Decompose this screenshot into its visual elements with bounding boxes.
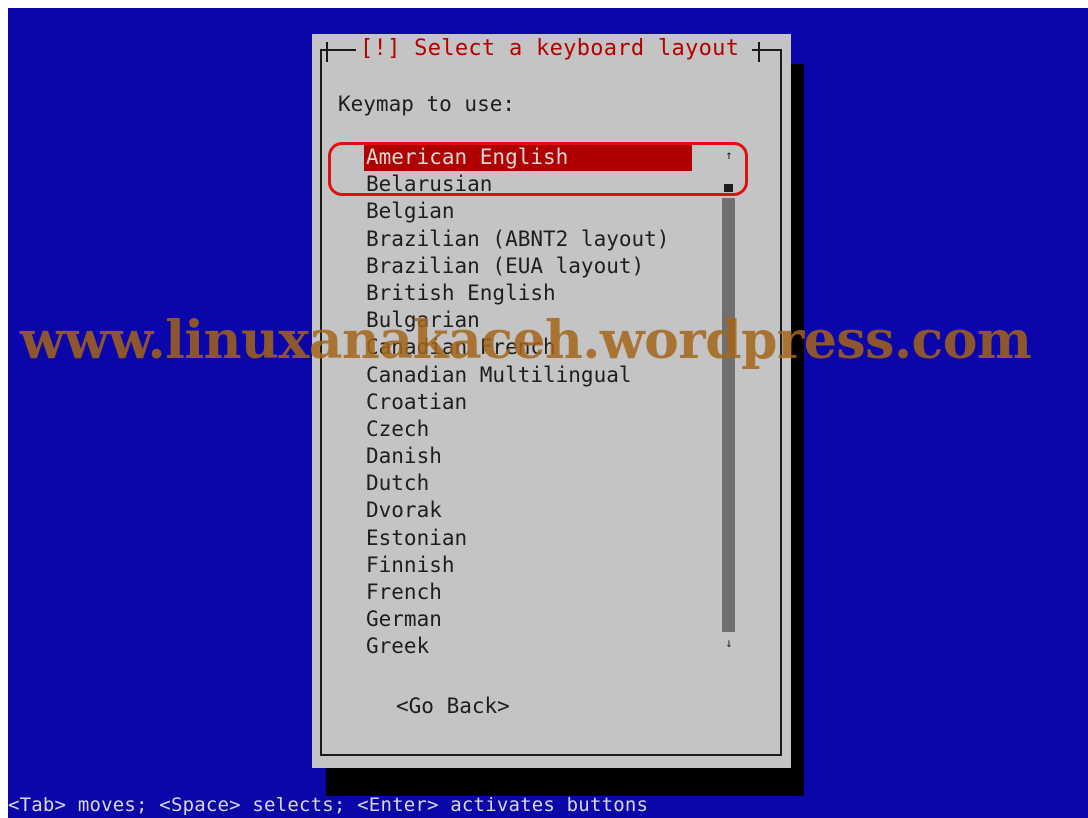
keymap-prompt: Keymap to use:: [338, 92, 516, 116]
list-item[interactable]: German: [364, 606, 692, 633]
list-item[interactable]: Belarusian: [364, 171, 692, 198]
list-item[interactable]: Dvorak: [364, 497, 692, 524]
keymap-list[interactable]: American English Belarusian Belgian Braz…: [364, 144, 692, 661]
list-item[interactable]: Estonian: [364, 525, 692, 552]
list-item[interactable]: Canadian French: [364, 334, 692, 361]
installer-screen: [!] Select a keyboard layout Keymap to u…: [8, 8, 1088, 818]
list-item[interactable]: French: [364, 579, 692, 606]
dialog-title: [!] Select a keyboard layout: [356, 36, 744, 61]
scroll-down-arrow-icon[interactable]: ↓: [722, 636, 736, 650]
frame-top-right: [752, 49, 782, 51]
list-item[interactable]: Canadian Multilingual: [364, 362, 692, 389]
frame-right: [780, 49, 782, 756]
frame-title-tick-left: [326, 42, 328, 62]
frame-left: [320, 49, 322, 756]
scrollbar-track[interactable]: [722, 198, 735, 632]
scroll-up-arrow-icon[interactable]: ↑: [722, 148, 736, 162]
list-item[interactable]: Dutch: [364, 470, 692, 497]
scrollbar-thumb[interactable]: [724, 184, 733, 192]
list-item[interactable]: Finnish: [364, 552, 692, 579]
list-item[interactable]: Greek: [364, 633, 692, 660]
frame-bottom: [320, 754, 782, 756]
status-bar-hint: <Tab> moves; <Space> selects; <Enter> ac…: [8, 794, 649, 816]
go-back-button[interactable]: <Go Back>: [396, 694, 510, 718]
list-item[interactable]: Croatian: [364, 389, 692, 416]
list-item[interactable]: British English: [364, 280, 692, 307]
list-item[interactable]: Danish: [364, 443, 692, 470]
list-item[interactable]: Bulgarian: [364, 307, 692, 334]
frame-title-tick-right: [758, 42, 760, 62]
list-item-selected[interactable]: American English: [364, 144, 692, 172]
list-item[interactable]: Belgian: [364, 198, 692, 225]
list-item[interactable]: Brazilian (EUA layout): [364, 253, 692, 280]
keyboard-layout-dialog: [!] Select a keyboard layout Keymap to u…: [312, 34, 791, 768]
list-item[interactable]: Brazilian (ABNT2 layout): [364, 226, 692, 253]
list-item[interactable]: Czech: [364, 416, 692, 443]
